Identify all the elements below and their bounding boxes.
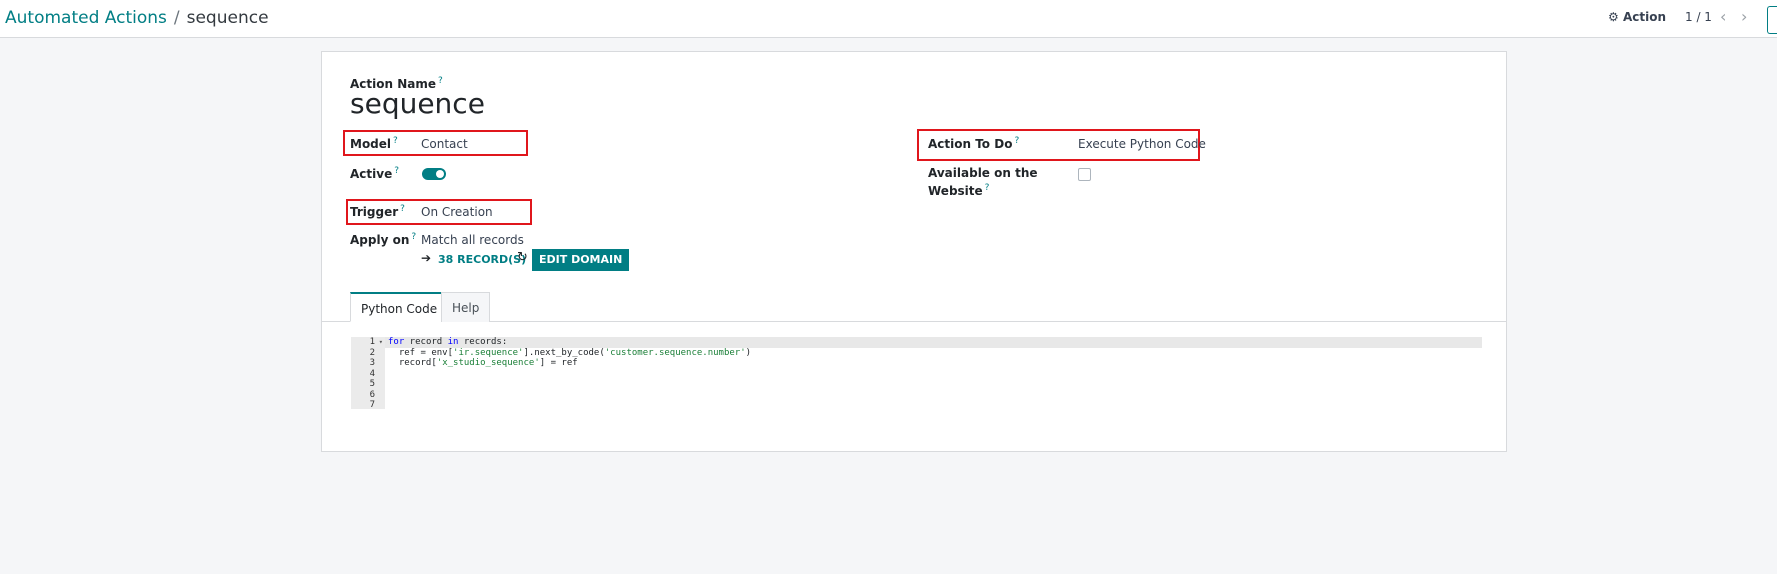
apply-on-label: Apply on? (350, 232, 416, 247)
action-name-input[interactable]: sequence (350, 87, 485, 120)
code-token: ref = env[ (388, 347, 454, 358)
action-menu-button[interactable]: ⚙ Action (1608, 10, 1666, 24)
tabs-divider (322, 321, 1506, 322)
code-line: record['x_studio_sequence'] = ref (388, 358, 751, 369)
code-token: ].next_by_code( (523, 347, 605, 358)
chevron-left-icon[interactable]: ‹ (1720, 7, 1726, 26)
breadcrumb-automated-actions[interactable]: Automated Actions (5, 8, 167, 28)
line-number: 1 ▾ (351, 337, 385, 348)
edit-domain-button[interactable]: EDIT DOMAIN (532, 249, 630, 271)
toggle-knob (436, 170, 444, 178)
arrow-right-icon: ➔ (421, 251, 432, 265)
action-to-do-field[interactable]: Execute Python Code (1078, 137, 1206, 151)
website-label-line1: Available on the (928, 166, 1038, 180)
action-to-do-label: Action To Do? (928, 136, 1019, 151)
breadcrumb: Automated Actions / sequence (5, 8, 269, 28)
code-token: records: (458, 337, 508, 347)
code-token: record[ (388, 358, 437, 368)
code-gutter: 1 ▾ 2 3 4 5 6 7 (351, 337, 385, 410)
line-number: 6 (369, 389, 375, 400)
form-sheet: Action Name? sequence Model? Contact Act… (321, 51, 1507, 452)
website-label-line2: Website? (928, 183, 989, 198)
code-token: in (447, 337, 459, 347)
control-panel: Automated Actions / sequence ⚙ Action 1 / … (0, 0, 1777, 38)
code-token: for (388, 337, 405, 347)
line-number: 3 (369, 358, 375, 368)
help-tooltip-icon[interactable]: ? (411, 232, 416, 242)
line-number: 7 (369, 400, 375, 410)
code-line: for record in records: (388, 337, 751, 348)
gear-icon: ⚙ (1608, 10, 1619, 24)
line-number: 2 (369, 347, 375, 358)
active-toggle[interactable] (422, 168, 446, 180)
apply-on-label-text: Apply on (350, 233, 410, 247)
trigger-field[interactable]: On Creation (421, 205, 493, 219)
code-token: 'customer.sequence.number' (604, 347, 746, 358)
line-number: 4 (369, 368, 375, 379)
website-checkbox[interactable] (1078, 168, 1091, 181)
pager-value[interactable]: 1 / 1 (1685, 10, 1712, 24)
code-editor[interactable]: for record in records: ref = env['ir.seq… (388, 337, 751, 369)
help-tooltip-icon[interactable]: ? (438, 76, 443, 86)
help-tooltip-icon[interactable]: ? (985, 183, 990, 193)
fold-arrow-icon[interactable]: ▾ (379, 337, 383, 348)
partial-button[interactable] (1767, 6, 1777, 34)
model-label: Model? (350, 136, 398, 151)
active-label-text: Active (350, 167, 393, 181)
code-token: 'ir.sequence' (453, 347, 524, 358)
code-token: ) (745, 347, 752, 358)
code-token: 'x_studio_sequence' (436, 358, 540, 368)
refresh-icon[interactable]: ↻ (517, 250, 528, 265)
website-label-line2-text: Website (928, 184, 983, 198)
breadcrumb-current: sequence (186, 8, 269, 28)
line-number-text: 1 (369, 337, 375, 347)
trigger-label: Trigger? (350, 204, 405, 219)
tab-python-code[interactable]: Python Code (350, 292, 449, 322)
help-tooltip-icon[interactable]: ? (393, 136, 398, 146)
tab-help[interactable]: Help (441, 292, 491, 322)
apply-on-value: Match all records (421, 233, 524, 247)
code-line: ref = env['ir.sequence'].next_by_code('c… (388, 348, 751, 359)
model-label-text: Model (350, 137, 392, 151)
trigger-label-text: Trigger (350, 205, 399, 219)
code-token: record (404, 337, 448, 347)
chevron-right-icon[interactable]: › (1741, 7, 1747, 26)
code-token: ] = ref (539, 358, 578, 368)
records-count-link[interactable]: 38 RECORD(S) (438, 253, 526, 266)
active-label: Active? (350, 166, 399, 181)
action-menu-label: Action (1622, 10, 1666, 24)
help-tooltip-icon[interactable]: ? (394, 166, 399, 176)
help-tooltip-icon[interactable]: ? (1014, 136, 1019, 146)
line-number: 5 (369, 379, 375, 389)
help-tooltip-icon[interactable]: ? (400, 204, 405, 214)
breadcrumb-separator: / (173, 8, 180, 28)
action-to-do-label-text: Action To Do (928, 137, 1013, 151)
model-field[interactable]: Contact (421, 137, 468, 151)
